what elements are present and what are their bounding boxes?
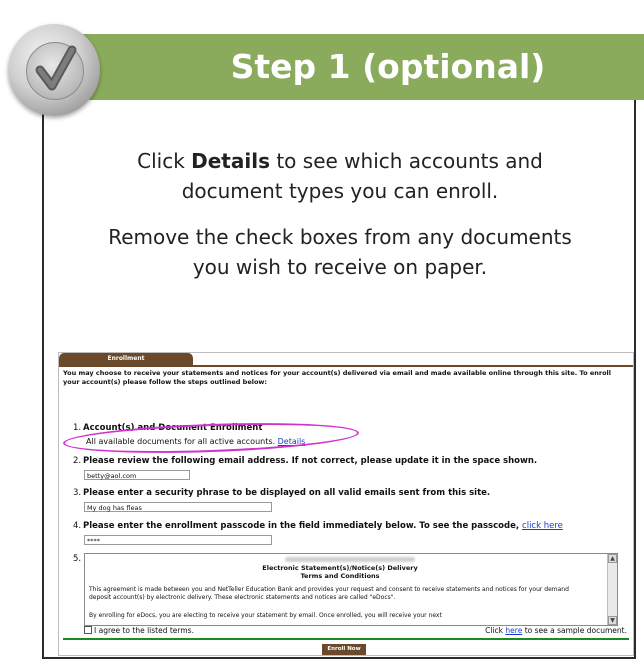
agree-label: I agree to the listed terms. bbox=[94, 626, 194, 635]
step-number: 1. bbox=[73, 423, 82, 433]
email-field[interactable]: betty@aol.com bbox=[84, 470, 190, 480]
terms-heading: Electronic Statement(s)/Notice(s) Delive… bbox=[262, 564, 418, 572]
sample-text: Click bbox=[485, 626, 506, 635]
instruction-line-1: Click Details to see which accounts and bbox=[44, 146, 636, 176]
sample-here-link[interactable]: here bbox=[505, 626, 522, 635]
instruction-line-4: you wish to receive on paper. bbox=[192, 255, 488, 279]
scroll-up-arrow-icon[interactable]: ▲ bbox=[608, 554, 617, 563]
enroll-now-button[interactable]: Enroll Now bbox=[322, 644, 366, 655]
step-title-text: Please enter the enrollment passcode in … bbox=[83, 521, 523, 531]
redacted-bank-name bbox=[285, 557, 415, 562]
sample-text: to see a sample document. bbox=[522, 626, 627, 635]
step-title: Step 1 (optional) bbox=[230, 47, 546, 86]
instruction-line-3: Remove the check boxes from any document… bbox=[108, 225, 572, 249]
step-number: 3. bbox=[73, 488, 82, 498]
scroll-down-arrow-icon[interactable]: ▼ bbox=[608, 616, 617, 625]
tab-enrollment[interactable]: Enrollment bbox=[59, 353, 193, 365]
terms-paragraph: This agreement is made between you and N… bbox=[89, 586, 569, 601]
terms-subheading: Terms and Conditions bbox=[300, 572, 380, 580]
checkmark-icon bbox=[35, 45, 77, 91]
step-number: 2. bbox=[73, 456, 82, 466]
terms-scrollbar[interactable]: ▲ ▼ bbox=[607, 554, 617, 625]
security-phrase-field[interactable]: My dog has fleas bbox=[84, 502, 272, 512]
instruction-text: Click bbox=[137, 149, 192, 173]
instruction-line-2: document types you can enroll. bbox=[181, 179, 499, 203]
enrollment-screenshot: Enrollment You may choose to receive you… bbox=[58, 352, 634, 656]
step-number: 5. bbox=[73, 554, 82, 564]
terms-box[interactable]: Electronic Statement(s)/Notice(s) Delive… bbox=[84, 553, 618, 626]
agree-terms[interactable]: I agree to the listed terms. bbox=[84, 626, 194, 635]
checkmark-badge bbox=[8, 24, 100, 116]
step-title: Please review the following email addres… bbox=[83, 456, 538, 466]
terms-paragraph: By enrolling for eDocs, you are electing… bbox=[89, 612, 442, 619]
passcode-field[interactable]: **** bbox=[84, 535, 272, 545]
step-title: Please enter a security phrase to be dis… bbox=[83, 488, 491, 498]
details-keyword: Details bbox=[191, 149, 270, 173]
intro-text: You may choose to receive your statement… bbox=[63, 369, 611, 386]
instruction-text: to see which accounts and bbox=[269, 149, 543, 173]
divider-line bbox=[63, 638, 629, 640]
step-title: Please enter the enrollment passcode in … bbox=[83, 521, 563, 531]
sample-document-text: Click here to see a sample document. bbox=[485, 626, 627, 635]
agree-checkbox[interactable] bbox=[84, 626, 92, 634]
step-number: 4. bbox=[73, 521, 82, 531]
click-here-link[interactable]: click here bbox=[522, 521, 563, 531]
